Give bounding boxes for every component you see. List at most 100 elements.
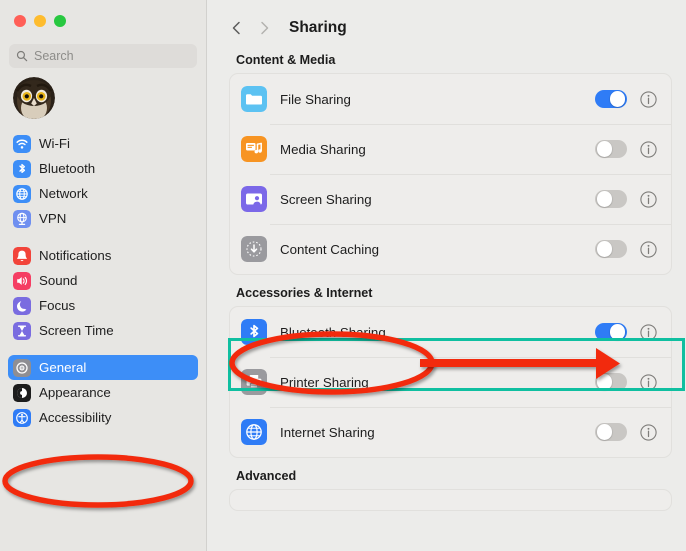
folder-icon [241,86,267,112]
sidebar-item-wi-fi[interactable]: Wi-Fi [8,131,198,156]
page-title: Sharing [289,19,347,36]
bluetooth-icon [13,159,31,178]
toggle-knob [596,141,612,157]
section-title-accessories-internet: Accessories & Internet [236,286,373,300]
row-label: File Sharing [280,91,351,107]
sidebar-group-network: Wi-Fi Bluetooth Network VPN [0,131,206,231]
content-pane: Sharing Content & Media File Sharing Med… [207,0,686,551]
content-caching-toggle[interactable] [595,239,627,259]
sidebar-item-label: Network [39,186,88,201]
sidebar-item-label: VPN [39,211,67,226]
row-label: Bluetooth Sharing [280,324,386,340]
avatar[interactable] [13,77,55,119]
search-box[interactable] [9,44,197,68]
window-traffic-lights [0,0,206,27]
file-sharing-toggle[interactable] [595,89,627,109]
info-icon[interactable] [640,90,657,108]
sidebar-item-label: Focus [39,298,76,313]
printer-sharing-toggle[interactable] [595,372,627,392]
sidebar-item-focus[interactable]: Focus [8,293,198,318]
row-file-sharing[interactable]: File Sharing [230,74,671,124]
section-title-advanced: Advanced [236,469,297,483]
chevron-left-icon [232,21,240,35]
moon-icon [13,296,31,315]
search-icon [16,50,28,62]
vpn-globe-icon [13,209,31,228]
sidebar-item-label: Bluetooth [39,161,96,176]
row-internet-sharing[interactable]: Internet Sharing [230,407,671,457]
sidebar-item-screen-time[interactable]: Screen Time [8,318,198,343]
info-icon[interactable] [640,140,657,158]
wifi-icon [13,134,31,153]
forward-button[interactable] [253,17,275,39]
toggle-knob [596,191,612,207]
row-label: Media Sharing [280,141,366,157]
hourglass-icon [13,321,31,340]
row-bluetooth-sharing[interactable]: Bluetooth Sharing [230,307,671,357]
sidebar-item-accessibility[interactable]: Accessibility [8,405,198,430]
row-label: Screen Sharing [280,191,372,207]
network-globe-icon [13,184,31,203]
sidebar-item-label: Notifications [39,248,112,263]
media-sharing-toggle[interactable] [595,139,627,159]
sidebar-item-label: Appearance [39,385,111,400]
sidebar-item-label: Wi-Fi [39,136,71,151]
back-button[interactable] [225,17,247,39]
sidebar-item-general[interactable]: General [8,355,198,380]
info-icon[interactable] [640,190,657,208]
internet-sharing-toggle[interactable] [595,422,627,442]
close-button[interactable] [14,15,26,27]
zoom-button[interactable] [54,15,66,27]
bell-icon [13,246,31,265]
sidebar-item-bluetooth[interactable]: Bluetooth [8,156,198,181]
sidebar-item-label: Screen Time [39,323,114,338]
sidebar: Wi-Fi Bluetooth [0,0,207,551]
toggle-knob [596,424,612,440]
sidebar-group-general: General Appearance Accessibility [0,355,206,430]
toggle-knob [610,324,626,340]
info-icon[interactable] [640,423,657,441]
accessibility-icon [13,408,31,427]
row-content-caching[interactable]: Content Caching [230,224,671,274]
settings-card-content-media: File Sharing Media Sharing Screen Sharin… [229,73,672,275]
sidebar-item-appearance[interactable]: Appearance [8,380,198,405]
bluetooth-sharing-toggle[interactable] [595,322,627,342]
row-screen-sharing[interactable]: Screen Sharing [230,174,671,224]
account-row[interactable] [0,68,206,119]
sidebar-item-sound[interactable]: Sound [8,268,198,293]
sidebar-group-system: Notifications Sound Focus Screen Time [0,243,206,343]
sidebar-item-label: General [39,360,87,375]
toggle-knob [596,374,612,390]
gear-icon [13,358,31,377]
globe-icon [241,419,267,445]
info-icon[interactable] [640,240,657,258]
screen-person-icon [241,186,267,212]
sidebar-nav: Wi-Fi Bluetooth Network VPN Notification… [0,131,206,430]
appearance-icon [13,383,31,402]
toggle-knob [610,91,626,107]
minimize-button[interactable] [34,15,46,27]
printer-icon [241,369,267,395]
row-label: Internet Sharing [280,424,375,440]
row-media-sharing[interactable]: Media Sharing [230,124,671,174]
row-printer-sharing[interactable]: Printer Sharing [230,357,671,407]
bluetooth-icon [241,319,267,345]
section-title-content-media: Content & Media [236,53,336,67]
sidebar-item-label: Accessibility [39,410,112,425]
sidebar-item-network[interactable]: Network [8,181,198,206]
sidebar-item-vpn[interactable]: VPN [8,206,198,231]
speaker-icon [13,271,31,290]
search-input[interactable] [34,49,190,63]
screen-sharing-toggle[interactable] [595,189,627,209]
chevron-right-icon [260,21,268,35]
settings-card-advanced [229,489,672,511]
info-icon[interactable] [640,373,657,391]
toggle-knob [596,241,612,257]
row-label: Printer Sharing [280,374,369,390]
row-label: Content Caching [280,241,380,257]
sidebar-item-notifications[interactable]: Notifications [8,243,198,268]
settings-card-accessories-internet: Bluetooth Sharing Printer Sharing Intern… [229,306,672,458]
download-arrow-icon [241,236,267,262]
info-icon[interactable] [640,323,657,341]
media-note-icon [241,136,267,162]
